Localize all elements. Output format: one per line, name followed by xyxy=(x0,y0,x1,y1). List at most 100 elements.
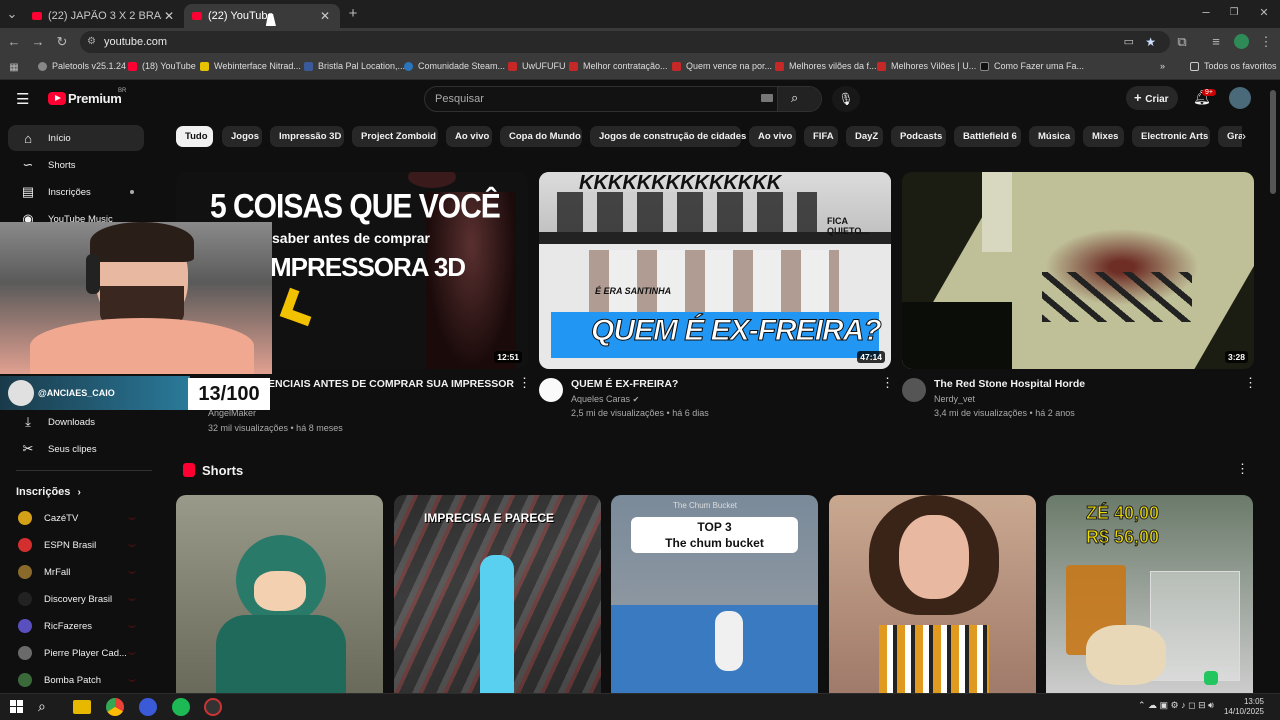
video-channel[interactable]: Nerdy_vet xyxy=(934,394,975,404)
sidebar-item-home[interactable]: ⌂ Início xyxy=(8,125,144,151)
search-box[interactable]: Pesquisar ⌕ xyxy=(424,86,822,112)
close-icon[interactable]: ✕ xyxy=(318,9,332,23)
chip-14[interactable]: Electronic Arts xyxy=(1132,126,1210,147)
chip-10[interactable]: Podcasts xyxy=(891,126,946,147)
bookmark-item[interactable]: Comunidade Steam... xyxy=(404,61,505,71)
more-options-icon[interactable]: ⋮ xyxy=(518,376,531,389)
bookmark-item[interactable]: Melhor contratação... xyxy=(569,61,668,71)
subscriptions-header[interactable]: Inscrições › xyxy=(16,486,81,498)
chip-6[interactable]: Jogos de construção de cidades xyxy=(590,126,746,147)
search-button[interactable]: ⌕ xyxy=(777,87,821,111)
bookmarks-overflow-icon[interactable]: » xyxy=(1160,61,1165,71)
sidebar-item-subscriptions[interactable]: ▤ Inscrições xyxy=(8,179,144,205)
close-icon[interactable]: ✕ xyxy=(162,9,176,23)
sidebar-item-downloads[interactable]: ⤓ Downloads xyxy=(8,409,144,435)
voice-search-button[interactable]: 🎙︎ xyxy=(832,86,860,112)
video-title[interactable]: The Red Stone Hospital Horde xyxy=(934,378,1224,390)
bookmark-item[interactable]: Webinterface Nitrad... xyxy=(200,61,301,71)
create-button[interactable]: + Criar xyxy=(1126,86,1178,110)
browser-menu-icon[interactable]: ⋮ xyxy=(1258,34,1274,50)
chip-5[interactable]: Copa do Mundo xyxy=(500,126,582,147)
sidebar-item-clips[interactable]: ✂ Seus clipes xyxy=(8,436,144,462)
address-bar[interactable]: ⚙ youtube.com ▭ ★ xyxy=(80,31,1170,53)
spotify-icon[interactable] xyxy=(172,698,190,716)
more-options-icon[interactable]: ⋮ xyxy=(1244,376,1257,389)
chip-2[interactable]: Impressão 3D xyxy=(270,126,344,147)
chip-4[interactable]: Ao vivo xyxy=(446,126,492,147)
obs-icon[interactable] xyxy=(204,698,222,716)
account-avatar[interactable] xyxy=(1229,87,1251,109)
bookmark-item[interactable]: Melhores vilões da f... xyxy=(775,61,877,71)
system-clock[interactable]: 13:05 14/10/2025 xyxy=(1224,697,1264,717)
bookmark-item[interactable]: (18) YouTube xyxy=(128,61,196,71)
chip-8[interactable]: FIFA xyxy=(804,126,838,147)
forward-icon[interactable]: → xyxy=(30,34,46,50)
reload-icon[interactable]: ↻ xyxy=(54,34,70,50)
back-icon[interactable]: ← xyxy=(6,34,22,50)
video-thumbnail[interactable]: 3:28 xyxy=(902,172,1254,369)
new-tab-button[interactable]: + xyxy=(345,6,361,22)
profile-avatar[interactable] xyxy=(1234,34,1249,49)
channel-avatar[interactable] xyxy=(902,378,926,402)
extensions-icon[interactable]: ⧉ xyxy=(1174,34,1190,50)
video-title[interactable]: QUEM É EX-FREIRA? xyxy=(571,378,861,390)
keyboard-icon[interactable] xyxy=(761,94,773,102)
more-options-icon[interactable]: ⋮ xyxy=(881,376,894,389)
chip-1[interactable]: Jogos xyxy=(222,126,262,147)
short-card[interactable]: The Chum Bucket TOP 3 The chum bucket xyxy=(611,495,818,693)
media-icon[interactable]: ≡ xyxy=(1208,34,1224,50)
windows-start-icon[interactable] xyxy=(8,698,26,716)
video-title[interactable]: ENCIAIS ANTES DE COMPRAR SUA IMPRESSORA xyxy=(268,378,514,390)
short-card[interactable] xyxy=(829,495,1036,693)
discord-icon[interactable] xyxy=(139,698,157,716)
page-scrollbar[interactable] xyxy=(1270,90,1276,194)
bookmark-item[interactable]: Como Fazer uma Fa... xyxy=(980,61,1084,71)
tray-icons[interactable]: ⌃ ☁ ▣ ⚙ ♪ ◻ ⊟ 🔊︎ xyxy=(1138,700,1214,711)
bookmark-item[interactable]: Melhores Vilões | U... xyxy=(877,61,976,71)
site-info-icon[interactable]: ⚙ xyxy=(87,31,96,53)
search-input[interactable]: Pesquisar xyxy=(435,87,755,111)
cast-icon[interactable]: ▭ xyxy=(1124,31,1134,53)
chip-13[interactable]: Mixes xyxy=(1083,126,1124,147)
bookmark-item[interactable]: Quem vence na por... xyxy=(672,61,772,71)
chrome-icon[interactable] xyxy=(106,698,124,716)
youtube-logo-icon[interactable] xyxy=(48,92,66,105)
search-icon[interactable]: ⌕ xyxy=(38,698,56,716)
short-card[interactable]: ZÉ 40,00 R$ 56,00 xyxy=(1046,495,1253,693)
channel-avatar[interactable] xyxy=(539,378,563,402)
chip-0[interactable]: Tudo xyxy=(176,126,213,147)
subscription-item[interactable]: Bomba Patch xyxy=(8,667,144,693)
chip-9[interactable]: DayZ xyxy=(846,126,883,147)
bookmark-item[interactable]: Paletools v25.1.24 xyxy=(38,61,126,71)
shorts-more-icon[interactable]: ⋮ xyxy=(1236,462,1249,475)
chip-11[interactable]: Battlefield 6 xyxy=(954,126,1021,147)
bookmark-item[interactable]: Bristla Pal Location,... xyxy=(304,61,405,71)
restore-button[interactable]: ❐ xyxy=(1226,5,1242,21)
file-explorer-icon[interactable] xyxy=(73,700,91,714)
short-card[interactable]: IMPRECISA E PARECE xyxy=(394,495,601,693)
bookmark-item[interactable]: UwUFUFU xyxy=(508,61,566,71)
chip-7[interactable]: Ao vivo xyxy=(749,126,796,147)
hamburger-menu-icon[interactable]: ☰ xyxy=(16,90,29,108)
minimize-button[interactable]: – xyxy=(1198,4,1214,20)
subscription-item[interactable]: CazéTV xyxy=(8,505,144,531)
video-channel[interactable]: Aqueles Caras ✔ xyxy=(571,394,639,404)
short-card[interactable] xyxy=(176,495,383,693)
tab-search-icon[interactable]: ⌄ xyxy=(4,6,20,22)
subscription-item[interactable]: MrFall xyxy=(8,559,144,585)
subscription-item[interactable]: Pierre Player Cad... xyxy=(8,640,144,666)
sidebar-item-shorts[interactable]: ∽ Shorts xyxy=(8,152,144,178)
tab-youtube[interactable]: (22) YouTube ✕ xyxy=(184,4,340,28)
apps-grid-icon[interactable]: ▦ xyxy=(6,60,22,76)
subscription-item[interactable]: ESPN Brasil xyxy=(8,532,144,558)
tab-japao[interactable]: (22) JAPÃO 3 X 2 BRASIL | MELHO ✕ xyxy=(24,4,184,28)
chips-next-icon[interactable]: › xyxy=(1242,126,1262,147)
chip-3[interactable]: Project Zomboid xyxy=(352,126,438,147)
subscription-item[interactable]: RicFazeres xyxy=(8,613,144,639)
chip-12[interactable]: Música xyxy=(1029,126,1075,147)
all-favorites-folder[interactable]: Todos os favoritos xyxy=(1190,61,1277,71)
bookmark-star-icon[interactable]: ★ xyxy=(1145,31,1156,53)
window-close-button[interactable]: ✕ xyxy=(1256,5,1272,21)
video-thumbnail[interactable]: KKKKKKKKKKKKKK FICA QUIETO... É ERA SANT… xyxy=(539,172,891,369)
subscription-item[interactable]: Discovery Brasil xyxy=(8,586,144,612)
